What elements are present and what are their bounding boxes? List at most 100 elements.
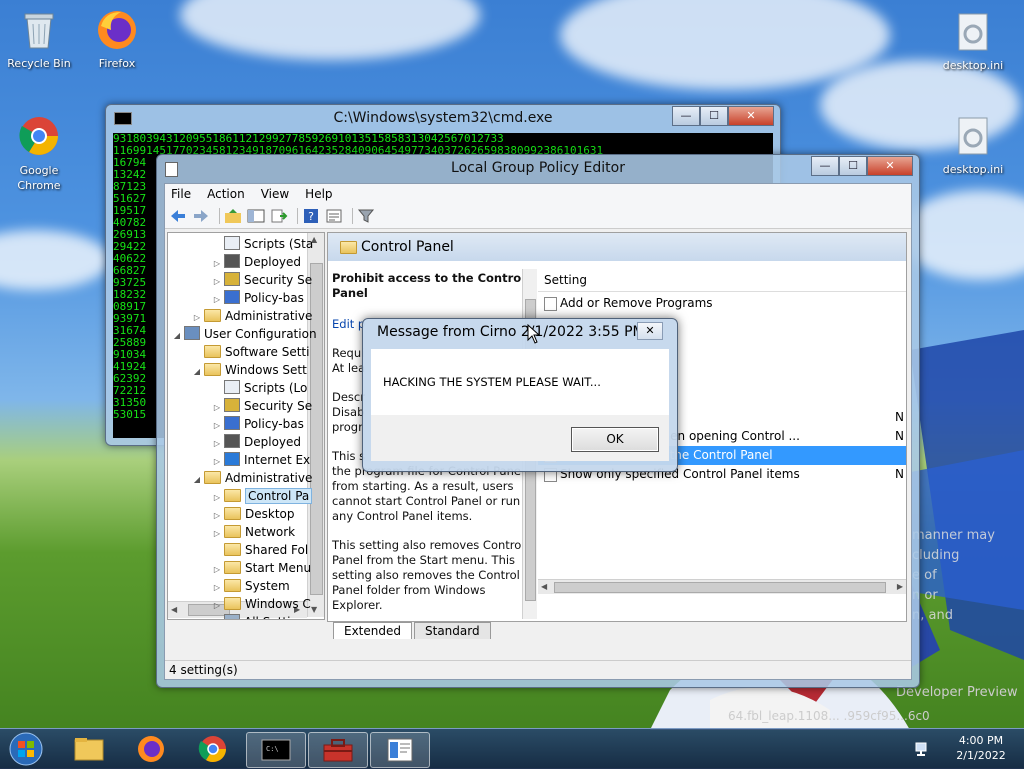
policy-editor-icon (387, 738, 413, 762)
taskbar-toolbox-button[interactable] (308, 732, 368, 768)
tree-item-label: Deployed (244, 435, 302, 449)
message-dialog-title: Message from Cirno 2/1/2022 3:55 PM (377, 324, 645, 340)
export-list-icon[interactable] (270, 208, 288, 224)
taskbar-explorer-button[interactable] (60, 732, 118, 766)
tree-item-label: Control Pa (245, 488, 313, 504)
maximize-button[interactable]: ☐ (839, 156, 867, 176)
tree-item[interactable]: ▷ Deployed (212, 433, 301, 451)
start-button[interactable] (8, 731, 44, 767)
cmd-titlebar[interactable]: C:\Windows\system32\cmd.exe — ☐ ✕ (106, 105, 780, 131)
tree-item[interactable]: ▷ Policy-bas (212, 415, 304, 433)
expanded-arrow-icon[interactable]: ◢ (172, 327, 182, 345)
tree-item-label: Policy-bas (244, 417, 304, 431)
tree-item[interactable]: ▷ Desktop (212, 505, 295, 523)
taskbar-cmd-button[interactable]: C:\ (246, 732, 306, 768)
taskbar-firefox-button[interactable] (122, 732, 180, 766)
setting-state: N (895, 429, 904, 443)
cmd-title: C:\Windows\system32\cmd.exe (333, 110, 553, 126)
folder-icon (224, 489, 241, 502)
desktop-ini-shortcut[interactable]: desktop.ini (936, 114, 1010, 176)
menu-file[interactable]: File (171, 187, 191, 201)
desktop-icon-label: Firefox (98, 57, 136, 70)
tree-item[interactable]: ▷ Windows C (212, 595, 311, 613)
scroll-right-arrow-icon[interactable]: ▶ (897, 582, 903, 591)
taskbar-chrome-button[interactable] (184, 732, 242, 766)
recycle-bin-shortcut[interactable]: Recycle Bin (2, 8, 76, 70)
close-button[interactable]: ✕ (637, 322, 663, 340)
maximize-button[interactable]: ☐ (700, 106, 728, 126)
tree-item[interactable]: ▷ Control Pa (212, 487, 313, 505)
description-label: Descr (332, 390, 365, 404)
minimize-button[interactable]: — (811, 156, 839, 176)
watermark-line: e of (912, 568, 937, 583)
scroll-down-arrow-icon[interactable]: ▼ (311, 605, 317, 614)
tree-item[interactable]: ◢ User Configuration (172, 325, 317, 343)
menu-view[interactable]: View (261, 187, 289, 201)
help-icon[interactable]: ? (302, 208, 320, 224)
expanded-arrow-icon[interactable]: ◢ (192, 363, 202, 381)
chart-icon (224, 290, 240, 304)
setting-row[interactable]: Add or Remove Programs (538, 294, 906, 313)
tree-item[interactable]: ▷ System (212, 577, 290, 595)
properties-icon[interactable] (325, 208, 343, 224)
firefox-shortcut[interactable]: Firefox (80, 8, 154, 70)
forward-arrow-icon[interactable] (192, 208, 210, 224)
scroll-left-arrow-icon[interactable]: ◀ (541, 582, 547, 591)
settings-hscroll-thumb[interactable] (554, 582, 886, 593)
tree-item[interactable]: ▷ Start Menu (212, 559, 311, 577)
google-chrome-shortcut[interactable]: Google Chrome (2, 114, 76, 193)
folder-icon (340, 240, 357, 254)
folder-icon (224, 561, 241, 574)
tree-item[interactable]: ▷ Deployed (212, 253, 301, 271)
navigation-tree[interactable]: ▲ ▼ ◀ ▶ Scripts (Sta ▷ Deployed ▷ Security S… (167, 232, 325, 620)
close-button[interactable]: ✕ (728, 106, 774, 126)
expanded-arrow-icon[interactable]: ◢ (192, 471, 202, 489)
tree-item[interactable]: Software Setti (192, 343, 309, 361)
recycle-bin-icon (24, 13, 54, 49)
settings-column-header[interactable]: Setting (538, 269, 906, 292)
gpedit-titlebar[interactable]: Local Group Policy Editor — ☐ ✕ (157, 155, 919, 181)
message-footer: OK (371, 415, 669, 461)
tree-item[interactable]: ▷ Network (212, 523, 295, 541)
tree-item[interactable]: All Setting (212, 613, 306, 619)
desktop-ini-shortcut[interactable]: desktop.ini (936, 10, 1010, 72)
tab-extended[interactable]: Extended (333, 622, 412, 639)
tree-item[interactable]: ▷ Security Se (212, 271, 312, 289)
up-folder-icon[interactable] (224, 208, 242, 224)
back-arrow-icon[interactable] (169, 208, 187, 224)
edit-policy-label[interactable]: Edit p (332, 317, 365, 331)
system-clock[interactable]: 4:00 PM 2/1/2022 (946, 734, 1016, 762)
desktop-icon-label: Recycle Bin (7, 57, 71, 70)
scroll-left-arrow-icon[interactable]: ◀ (171, 605, 177, 614)
toolbar-separator (219, 208, 220, 224)
tree-item[interactable]: Shared Fol (212, 541, 308, 559)
tree-item[interactable]: ◢ Windows Sett (192, 361, 307, 379)
ok-button[interactable]: OK (571, 427, 659, 452)
minimize-button[interactable]: — (672, 106, 700, 126)
settings-horizontal-scrollbar[interactable]: ◀ ▶ (538, 579, 906, 594)
desktop-icon-label: Google Chrome (17, 164, 61, 192)
menu-action[interactable]: Action (207, 187, 245, 201)
tree-item[interactable]: ▷ Internet Ex (212, 451, 310, 469)
chrome-icon (19, 117, 58, 155)
filter-icon[interactable] (357, 208, 375, 224)
watermark-line: n or (912, 588, 938, 603)
requirements-label: Requi (332, 346, 365, 360)
tree-item[interactable]: ▷ Security Se (212, 397, 312, 415)
tree-item[interactable]: ▷ Policy-bas (212, 289, 304, 307)
message-dialog[interactable]: Message from Cirno 2/1/2022 3:55 PM ✕ HA… (362, 318, 678, 472)
menu-help[interactable]: Help (305, 187, 332, 201)
tree-item[interactable]: ▷ Administrative (192, 307, 312, 325)
script-icon (224, 236, 240, 250)
tree-item[interactable]: Scripts (Lo (212, 379, 307, 397)
tree-item[interactable]: ◢ Administrative (192, 469, 312, 487)
taskbar-gpedit-button[interactable] (370, 732, 430, 768)
tab-standard[interactable]: Standard (414, 622, 491, 639)
show-hide-tree-icon[interactable] (247, 208, 265, 224)
network-icon[interactable] (914, 740, 932, 758)
settings-file-icon (958, 13, 988, 51)
folder-icon (224, 579, 241, 592)
close-button[interactable]: ✕ (867, 156, 913, 176)
tree-item-label: Security Se (244, 273, 313, 287)
tree-item[interactable]: Scripts (Sta (212, 235, 313, 253)
